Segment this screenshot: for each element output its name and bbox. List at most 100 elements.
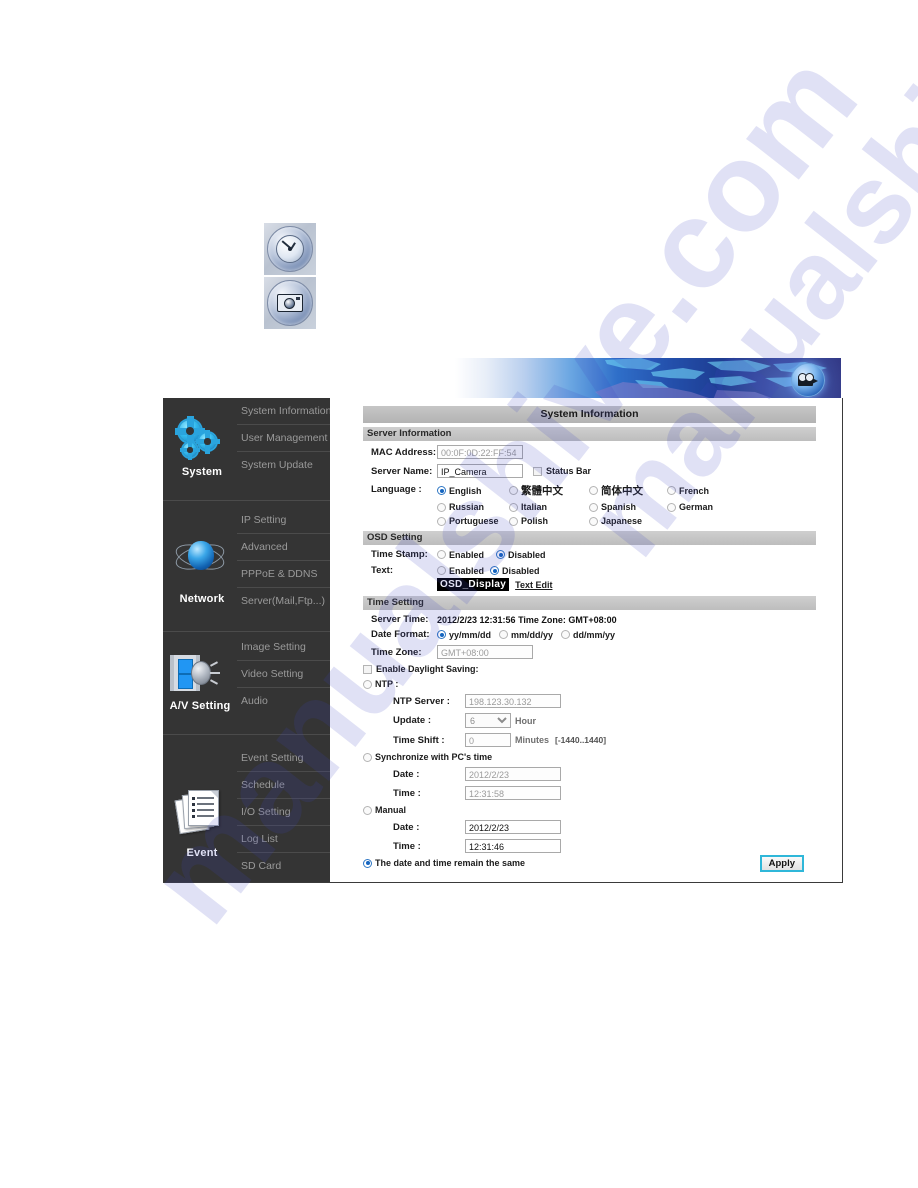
sidebar-item-system-information[interactable]: System Information [237,398,331,425]
language-option-polish[interactable]: Polish [509,516,589,526]
ntp-server-label: NTP Server : [393,695,450,707]
ntp-server-input[interactable]: 198.123.30.132 [465,694,561,708]
language-option-traditional-chinese[interactable]: 繁體中文 [509,483,589,498]
language-radio-french[interactable] [667,486,676,495]
language-label-english: English [449,485,482,496]
sync-pc-row[interactable]: Synchronize with PC's time [363,752,842,762]
language-radio-russian[interactable] [437,502,446,512]
snapshot-icon[interactable] [264,277,316,329]
sidebar-item-server-mail-ftp[interactable]: Server(Mail,Ftp...) [237,588,330,614]
section-header-osd-setting: OSD Setting [363,531,816,545]
time-setting-body: Server Time: 2012/2/23 12:31:56 Time Zon… [363,614,842,868]
language-label: Language : [371,484,422,495]
sync-date-input[interactable]: 2012/2/23 [465,767,561,781]
language-option-simplified-chinese[interactable]: 简体中文 [589,483,667,498]
language-row-3: Portuguese Polish Japanese [437,516,735,526]
language-option-japanese[interactable]: Japanese [589,516,667,526]
sync-time-input[interactable]: 12:31:58 [465,786,561,800]
language-label-italian: Italian [521,502,548,512]
time-stamp-enabled-radio[interactable] [437,550,446,559]
sidebar-item-advanced[interactable]: Advanced [237,534,330,561]
date-format-option-ddmmyy[interactable]: dd/mm/yy [561,630,615,640]
remain-same-radio[interactable] [363,858,372,868]
date-format-radio-mmddyy[interactable] [499,630,509,639]
status-bar-option[interactable]: Status Bar [533,466,591,476]
time-stamp-disabled-radio[interactable] [496,550,506,559]
nav-group-title-av-setting: A/V Setting [169,700,231,712]
time-stamp-enabled-option[interactable]: Enabled [437,550,484,560]
sidebar-item-video-setting[interactable]: Video Setting [237,661,330,688]
sidebar-item-schedule[interactable]: Schedule [237,772,330,799]
language-option-russian[interactable]: Russian [437,502,509,512]
date-format-radio-yymmdd[interactable] [437,630,446,639]
date-format-radio-ddmmyy[interactable] [561,630,571,639]
video-camera-icon[interactable] [791,363,825,397]
language-option-spanish[interactable]: Spanish [589,502,667,512]
time-stamp-row: Time Stamp: Enabled Disabled [363,549,842,560]
language-radio-polish[interactable] [509,516,518,526]
language-radio-spanish[interactable] [589,502,598,512]
remain-same-option[interactable]: The date and time remain the same [363,858,525,868]
server-name-input[interactable]: IP_Camera [437,464,523,478]
language-option-english[interactable]: English [437,483,509,498]
language-radio-german[interactable] [667,502,676,512]
manual-radio[interactable] [363,805,372,815]
osd-text-disabled-option[interactable]: Disabled [490,566,540,576]
sidebar-item-log-list[interactable]: Log List [237,826,330,853]
ntp-row[interactable]: NTP : [363,679,842,689]
ntp-update-select[interactable]: 6 [465,713,511,728]
sidebar-item-user-management[interactable]: User Management [237,425,330,452]
ntp-update-unit: Hour [515,715,536,726]
time-stamp-disabled-option[interactable]: Disabled [496,550,546,560]
server-time-label: Server Time: [371,614,429,625]
text-edit-link[interactable]: Text Edit [515,580,552,590]
server-name-row: Server Name: IP_Camera Status Bar [363,464,842,478]
camera-body [277,294,303,312]
language-radio-italian[interactable] [509,502,518,512]
osd-text-enabled-radio[interactable] [437,566,446,575]
language-radio-traditional-chinese[interactable] [509,486,518,495]
manual-row[interactable]: Manual [363,805,842,815]
time-shift-input[interactable]: 0 [465,733,511,747]
sidebar-item-image-setting[interactable]: Image Setting [237,634,330,661]
date-format-option-mmddyy[interactable]: mm/dd/yy [499,630,553,640]
language-radio-japanese[interactable] [589,516,598,526]
language-option-french[interactable]: French [667,483,735,498]
language-radio-portuguese[interactable] [437,516,446,526]
nav-group-av-setting: A/V Setting Image Setting Video Setting … [163,631,330,734]
osd-text-disabled-radio[interactable] [490,566,500,575]
sync-pc-radio[interactable] [363,752,372,762]
language-row: Language : English 繁體中文 简体中文 French Russ… [363,483,842,526]
language-option-german[interactable]: German [667,502,735,512]
sidebar-item-pppoe-ddns[interactable]: PPPoE & DDNS [237,561,330,588]
apply-button[interactable]: Apply [759,855,804,872]
language-option-italian[interactable]: Italian [509,502,589,512]
sidebar-item-system-update[interactable]: System Update [237,452,330,478]
manual-time-input[interactable]: 12:31:46 [465,839,561,853]
sidebar-item-event-setting[interactable]: Event Setting [237,745,330,772]
language-radio-english[interactable] [437,486,446,495]
language-radio-simplified-chinese[interactable] [589,486,598,495]
osd-text-enabled-option[interactable]: Enabled [437,566,484,576]
nav-group-title-event: Event [186,847,218,859]
sidebar-item-ip-setting[interactable]: IP Setting [237,507,330,534]
manual-option[interactable]: Manual [363,805,406,815]
date-format-option-yymmdd[interactable]: yy/mm/dd [437,630,491,640]
manual-date-input[interactable]: 2012/2/23 [465,820,561,834]
daylight-saving-row[interactable]: Enable Daylight Saving: [363,664,842,674]
time-zone-select[interactable]: GMT+08:00 [437,645,533,659]
sidebar-item-sd-card[interactable]: SD Card [237,853,330,879]
time-stamp-label: Time Stamp: [371,549,428,560]
daylight-saving-option[interactable]: Enable Daylight Saving: [363,664,479,674]
language-option-portuguese[interactable]: Portuguese [437,516,509,526]
osd-display-value[interactable]: OSD_Display [437,578,510,591]
ntp-option[interactable]: NTP : [363,679,398,689]
sidebar-item-audio[interactable]: Audio [237,688,330,714]
ntp-radio[interactable] [363,679,372,689]
sidebar-item-io-setting[interactable]: I/O Setting [237,799,330,826]
sync-pc-option[interactable]: Synchronize with PC's time [363,752,492,762]
web-ui-page: System System Information User Managemen… [163,398,843,883]
daylight-saving-checkbox[interactable] [363,664,372,674]
status-bar-checkbox[interactable] [533,466,542,476]
time-settings-icon[interactable] [264,223,316,275]
